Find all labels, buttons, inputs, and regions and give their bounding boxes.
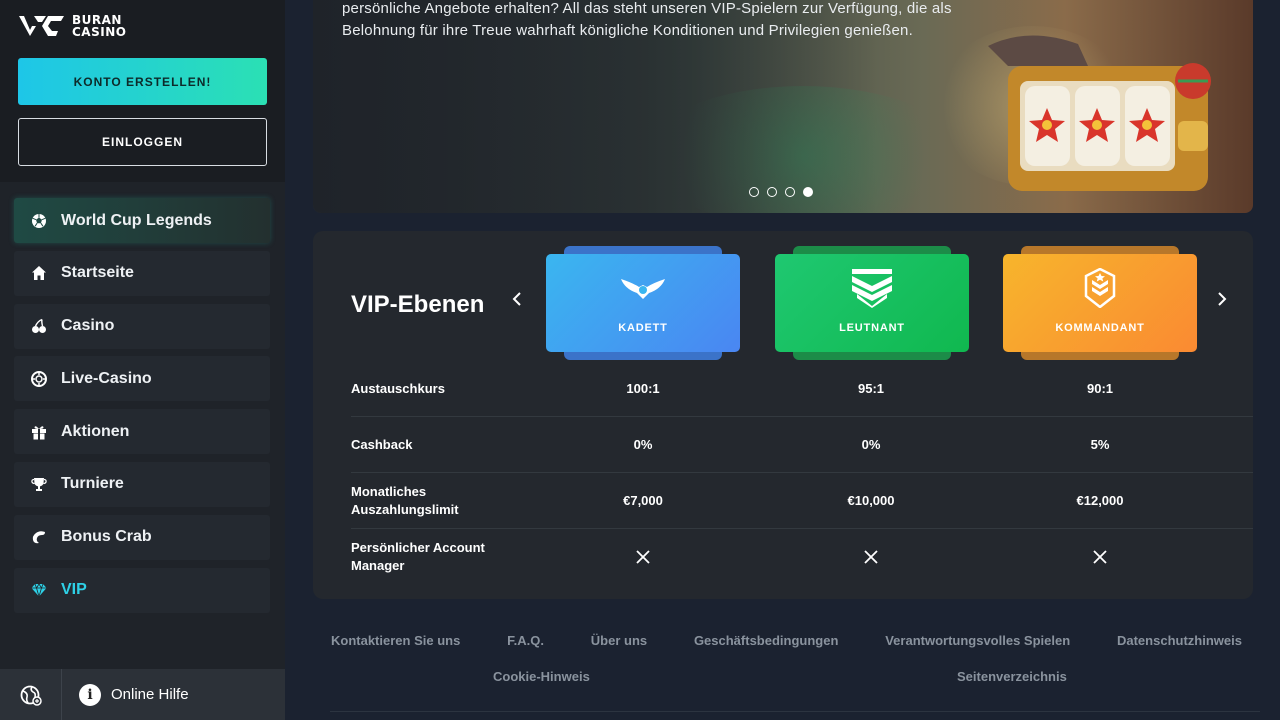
chevron-badge-icon <box>849 268 895 308</box>
sidebar-item-label: Turniere <box>61 475 124 493</box>
register-button[interactable]: KONTO ERSTELLEN! <box>18 58 267 105</box>
hero-banner[interactable]: persönliche Angebote erhalten? All das s… <box>313 0 1253 213</box>
row-label: Persönlicher Account Manager <box>351 540 485 573</box>
cross-icon <box>774 549 968 566</box>
footer-link-datenschutz[interactable]: Datenschutzhinweis <box>1117 633 1242 648</box>
footer-links: Kontaktieren Sie uns F.A.Q. Über uns Ges… <box>313 633 1260 648</box>
tier-name: LEUTNANT <box>839 322 905 334</box>
sidebar-item-aktionen[interactable]: Aktionen <box>14 409 270 455</box>
trophy-icon <box>31 476 47 492</box>
footer-divider <box>330 711 1260 712</box>
carousel-dot-1[interactable] <box>749 187 759 197</box>
carousel-dots <box>749 187 813 197</box>
table-cell: 100:1 <box>626 381 660 396</box>
row-label: Cashback <box>351 436 413 452</box>
chip-icon <box>31 370 47 387</box>
table-cell: 0% <box>861 437 881 452</box>
sidebar-footer: i Online Hilfe <box>0 669 285 720</box>
vip-comparison-table: Austauschkurs 100:1 95:1 90:1 Cashback 0… <box>351 361 1253 585</box>
soccer-ball-icon <box>31 213 47 229</box>
tier-card-face: KADETT <box>546 254 740 352</box>
login-button[interactable]: EINLOGGEN <box>18 118 267 166</box>
footer-link-ueber-uns[interactable]: Über uns <box>591 633 647 648</box>
table-row-cashback: Cashback 0% 0% 5% <box>351 417 1253 473</box>
tier-card-face: LEUTNANT <box>775 254 969 352</box>
sidebar-header: BURAN CASINO KONTO ERSTELLEN! EINLOGGEN <box>0 0 285 182</box>
rank-shield-icon <box>1084 268 1116 308</box>
table-cell: 0% <box>633 437 653 452</box>
row-label: Austauschkurs <box>351 380 445 396</box>
sidebar-item-label: VIP <box>61 581 87 599</box>
chevron-right-icon <box>1218 292 1227 306</box>
sidebar-item-turniere[interactable]: Turniere <box>14 461 270 507</box>
tier-card-leutnant[interactable]: LEUTNANT <box>775 246 969 360</box>
online-help-button[interactable]: i Online Hilfe <box>62 683 189 706</box>
slot-machine-illustration <box>988 35 1211 191</box>
brand-logo[interactable]: BURAN CASINO <box>18 14 126 38</box>
sidebar-item-live-casino[interactable]: Live-Casino <box>14 356 270 402</box>
row-label: Monatliches Auszahlungslimit <box>351 483 459 517</box>
table-row-austauschkurs: Austauschkurs 100:1 95:1 90:1 <box>351 361 1253 417</box>
diamond-icon <box>31 582 47 598</box>
table-row-account-manager: Persönlicher Account Manager <box>351 529 1253 585</box>
tier-card-face: KOMMANDANT <box>1003 254 1197 352</box>
sidebar-item-bonus-crab[interactable]: Bonus Crab <box>14 514 270 560</box>
footer-link-kontakt[interactable]: Kontaktieren Sie uns <box>331 633 460 648</box>
footer-link-agb[interactable]: Geschäftsbedingungen <box>694 633 838 648</box>
carousel-dot-3[interactable] <box>785 187 795 197</box>
brand-line2: CASINO <box>72 25 127 39</box>
tier-card-kommandant[interactable]: KOMMANDANT <box>1003 246 1197 360</box>
vip-levels-panel: VIP-Ebenen KADETT LEUTNANT KOMMANDANT Au… <box>313 231 1253 599</box>
vip-title: VIP-Ebenen <box>351 291 485 318</box>
sidebar-item-label: Live-Casino <box>61 369 152 387</box>
sidebar-item-label: Startseite <box>61 264 134 282</box>
footer-link-verantwortung[interactable]: Verantwortungsvolles Spielen <box>885 633 1070 648</box>
carousel-dot-4[interactable] <box>803 187 813 197</box>
carousel-dot-2[interactable] <box>767 187 777 197</box>
tier-card-kadett[interactable]: KADETT <box>546 246 740 360</box>
sidebar-item-vip[interactable]: VIP <box>14 567 270 613</box>
chevron-left-icon <box>512 292 521 306</box>
cross-icon <box>546 549 740 566</box>
sidebar-item-startseite[interactable]: Startseite <box>14 250 270 296</box>
tier-name: KADETT <box>618 322 668 334</box>
prev-arrow[interactable] <box>509 291 525 307</box>
language-selector[interactable] <box>0 669 62 720</box>
tier-name: KOMMANDANT <box>1055 322 1145 334</box>
table-cell: 90:1 <box>1086 381 1114 396</box>
table-cell: €7,000 <box>623 493 663 508</box>
cross-icon <box>1003 549 1197 566</box>
next-arrow[interactable] <box>1214 291 1230 307</box>
gift-icon <box>31 424 47 440</box>
crab-icon <box>31 529 47 545</box>
sidebar-nav: World Cup Legends Startseite Casino Live… <box>14 198 270 620</box>
sidebar: BURAN CASINO KONTO ERSTELLEN! EINLOGGEN … <box>0 0 285 720</box>
online-help-label: Online Hilfe <box>111 686 189 703</box>
globe-icon <box>20 685 42 706</box>
hero-text: persönliche Angebote erhalten? All das s… <box>342 0 952 39</box>
sidebar-item-label: Aktionen <box>61 422 130 440</box>
sidebar-item-label: Bonus Crab <box>61 528 152 546</box>
table-cell: 5% <box>1090 437 1110 452</box>
sidebar-item-label: World Cup Legends <box>61 211 212 229</box>
table-cell: €12,000 <box>1076 493 1124 508</box>
footer-link-sitemap[interactable]: Seitenverzeichnis <box>957 669 1067 684</box>
home-icon <box>31 265 47 281</box>
footer-link-cookie[interactable]: Cookie-Hinweis <box>493 669 590 684</box>
sidebar-item-label: Casino <box>61 317 115 335</box>
cherries-icon <box>31 318 47 334</box>
wings-icon <box>619 268 667 308</box>
table-cell: 95:1 <box>857 381 885 396</box>
footer-link-faq[interactable]: F.A.Q. <box>507 633 544 648</box>
brand-name: BURAN CASINO <box>72 14 126 38</box>
table-cell: €10,000 <box>847 493 895 508</box>
sidebar-item-casino[interactable]: Casino <box>14 303 270 349</box>
info-icon: i <box>79 683 101 706</box>
table-row-auszahlungslimit: Monatliches Auszahlungslimit €7,000 €10,… <box>351 473 1253 529</box>
logo-mark-icon <box>19 16 64 36</box>
sidebar-item-world-cup-legends[interactable]: World Cup Legends <box>14 198 270 243</box>
